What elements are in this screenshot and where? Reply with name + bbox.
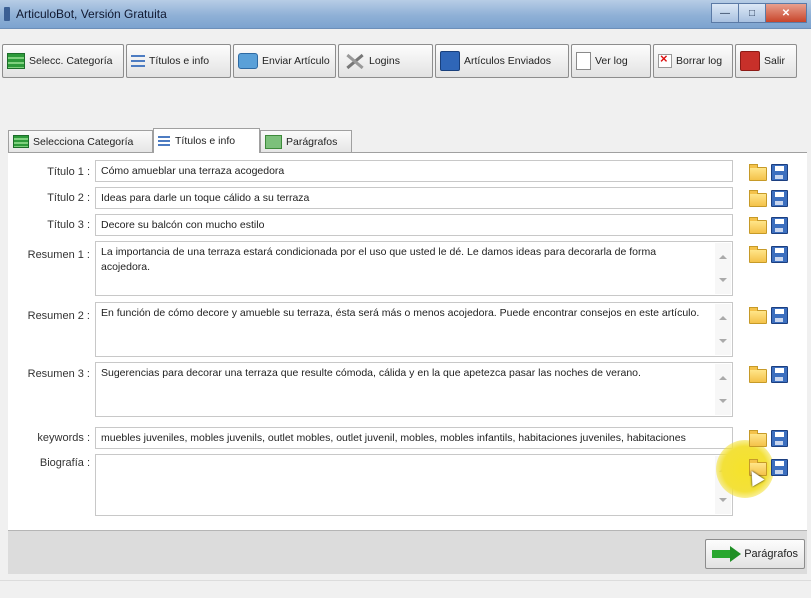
resumen3-label: Resumen 3 : bbox=[27, 368, 90, 380]
delete-icon bbox=[658, 51, 672, 68]
sent-articles-button[interactable]: Artículos Enviados bbox=[435, 44, 569, 78]
select-category-label: Selecc. Categoría bbox=[29, 55, 113, 67]
list-icon bbox=[131, 54, 145, 68]
open-folder-icon[interactable] bbox=[749, 217, 767, 234]
titulo1-input[interactable]: Cómo amueblar una terraza acogedora bbox=[95, 160, 733, 182]
tab-titles-info[interactable]: Títulos e info bbox=[153, 128, 260, 153]
save-disk-icon[interactable] bbox=[771, 366, 788, 383]
app-icon bbox=[4, 7, 10, 21]
save-disk-icon[interactable] bbox=[771, 246, 788, 263]
paragraph-icon bbox=[265, 134, 282, 149]
resumen2-text: En función de cómo decore y amueble su t… bbox=[101, 307, 700, 319]
minimize-button[interactable]: — bbox=[711, 3, 739, 23]
send-article-button[interactable]: Enviar Artículo bbox=[233, 44, 336, 78]
document-icon bbox=[576, 52, 591, 70]
resumen1-textarea[interactable]: La importancia de una terraza estará con… bbox=[95, 241, 733, 296]
paragraphs-next-button[interactable]: Parágrafos bbox=[705, 539, 805, 569]
window-controls: — □ ✕ bbox=[711, 3, 807, 23]
exit-icon bbox=[740, 51, 760, 71]
list-icon bbox=[158, 135, 170, 147]
toolbar: Selecc. Categoría Títulos e info Enviar … bbox=[0, 36, 811, 78]
category-icon bbox=[13, 135, 29, 148]
save-disk-icon[interactable] bbox=[771, 217, 788, 234]
tab-paragraphs[interactable]: Parágrafos bbox=[260, 130, 352, 152]
category-icon bbox=[7, 53, 25, 69]
window-title: ArticuloBot, Versión Gratuita bbox=[16, 7, 167, 21]
resumen1-text: La importancia de una terraza estará con… bbox=[101, 246, 657, 273]
logins-button[interactable]: Logins bbox=[338, 44, 433, 78]
save-disk-icon[interactable] bbox=[771, 459, 788, 476]
open-folder-icon[interactable] bbox=[749, 190, 767, 207]
resumen1-label: Resumen 1 : bbox=[27, 249, 90, 261]
delete-log-label: Borrar log bbox=[676, 55, 723, 67]
logins-label: Logins bbox=[369, 55, 400, 67]
resumen3-text: Sugerencias para decorar una terraza que… bbox=[101, 367, 641, 379]
save-disk-icon[interactable] bbox=[771, 307, 788, 324]
resumen3-scrollbar[interactable] bbox=[715, 364, 731, 415]
paragraphs-next-label: Parágrafos bbox=[744, 548, 798, 560]
tab-label: Títulos e info bbox=[175, 135, 236, 147]
footer-bar: Parágrafos bbox=[8, 530, 807, 574]
titles-info-label: Títulos e info bbox=[149, 55, 210, 67]
keywords-label: keywords : bbox=[37, 432, 90, 444]
tab-label: Selecciona Categoría bbox=[33, 135, 134, 148]
resumen2-textarea[interactable]: En función de cómo decore y amueble su t… bbox=[95, 302, 733, 357]
save-disk-icon[interactable] bbox=[771, 164, 788, 181]
status-bar bbox=[0, 580, 811, 598]
open-folder-icon[interactable] bbox=[749, 307, 767, 324]
exit-label: Salir bbox=[764, 55, 786, 67]
titulo3-label: Título 3 : bbox=[47, 219, 90, 231]
maximize-button[interactable]: □ bbox=[738, 3, 766, 23]
titulo1-label: Título 1 : bbox=[47, 166, 90, 178]
open-folder-icon[interactable] bbox=[749, 246, 767, 263]
titulo3-input[interactable]: Decore su balcón con mucho estilo bbox=[95, 214, 733, 236]
biografia-textarea[interactable] bbox=[95, 454, 733, 516]
exit-button[interactable]: Salir bbox=[735, 44, 797, 78]
save-disk-icon[interactable] bbox=[771, 190, 788, 207]
sent-articles-label: Artículos Enviados bbox=[464, 55, 551, 67]
save-disk-icon[interactable] bbox=[771, 430, 788, 447]
title-bar: ArticuloBot, Versión Gratuita — □ ✕ bbox=[0, 0, 811, 29]
open-folder-icon[interactable] bbox=[749, 366, 767, 383]
keywords-input[interactable]: muebles juveniles, mobles juvenils, outl… bbox=[95, 427, 733, 449]
send-icon bbox=[238, 53, 258, 69]
arrow-right-icon bbox=[712, 546, 742, 562]
resumen2-label: Resumen 2 : bbox=[27, 310, 90, 322]
sent-articles-icon bbox=[440, 51, 460, 71]
send-article-label: Enviar Artículo bbox=[262, 55, 330, 67]
titles-info-button[interactable]: Títulos e info bbox=[126, 44, 231, 78]
titulo2-label: Título 2 : bbox=[47, 192, 90, 204]
open-folder-icon[interactable] bbox=[749, 430, 767, 447]
titulo2-input[interactable]: Ideas para darle un toque cálido a su te… bbox=[95, 187, 733, 209]
select-category-button[interactable]: Selecc. Categoría bbox=[2, 44, 124, 78]
close-button[interactable]: ✕ bbox=[765, 3, 807, 23]
tab-select-category[interactable]: Selecciona Categoría bbox=[8, 130, 153, 152]
view-log-button[interactable]: Ver log bbox=[571, 44, 651, 78]
resumen1-scrollbar[interactable] bbox=[715, 243, 731, 294]
resumen2-scrollbar[interactable] bbox=[715, 304, 731, 355]
resumen3-textarea[interactable]: Sugerencias para decorar una terraza que… bbox=[95, 362, 733, 417]
view-log-label: Ver log bbox=[595, 55, 628, 67]
delete-log-button[interactable]: Borrar log bbox=[653, 44, 733, 78]
open-folder-icon[interactable] bbox=[749, 164, 767, 181]
tab-label: Parágrafos bbox=[286, 135, 338, 148]
biografia-label: Biografía : bbox=[39, 457, 90, 469]
tools-icon bbox=[343, 51, 365, 71]
